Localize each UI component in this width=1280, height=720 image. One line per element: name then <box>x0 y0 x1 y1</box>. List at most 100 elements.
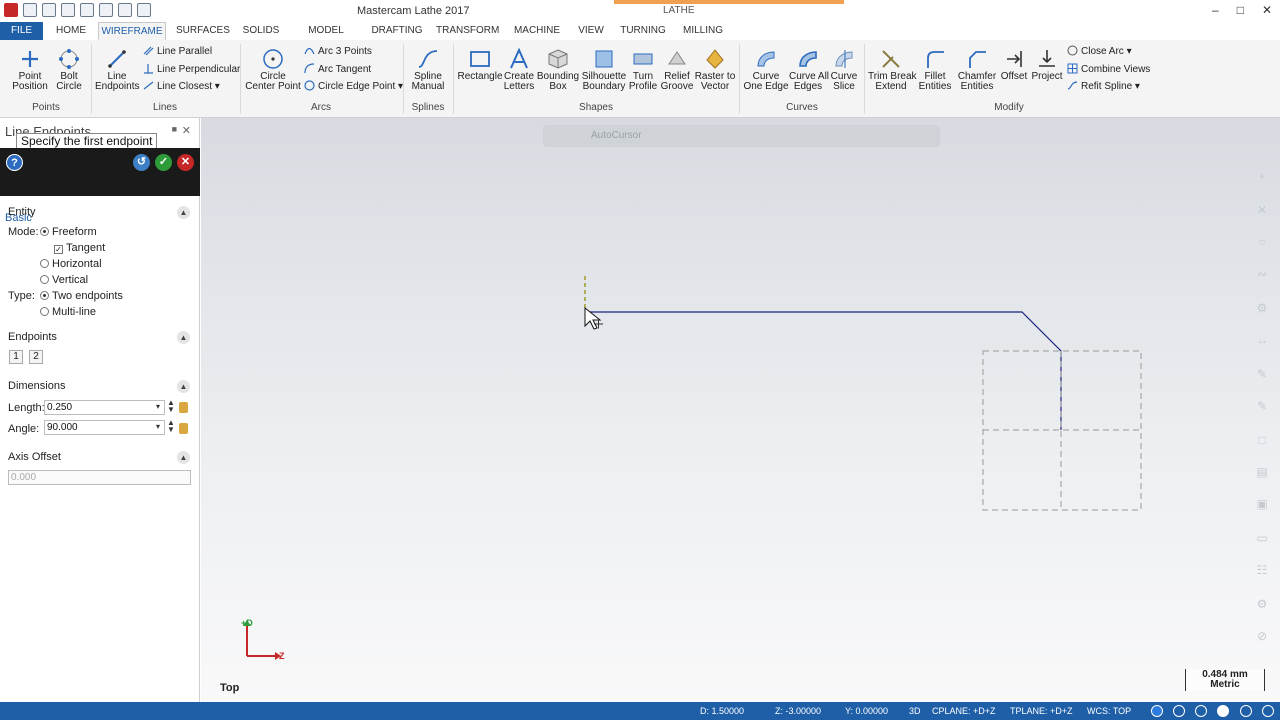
display-mode-icon[interactable] <box>1262 705 1274 717</box>
tab-drafting[interactable]: DRAFTING <box>370 22 424 40</box>
curve-one-edge-button[interactable]: Curve One Edge <box>743 48 789 92</box>
trim-break-extend-button[interactable]: Trim Break Extend <box>868 48 917 92</box>
length-field[interactable]: 0.250 <box>44 400 165 415</box>
spinner-icon[interactable]: ▲ ▼ <box>167 419 175 434</box>
point-position-button[interactable]: Point Position <box>8 48 52 92</box>
dropdown-arrow-icon[interactable]: ▾ <box>156 402 160 411</box>
project-button[interactable]: Project <box>1031 48 1063 82</box>
cancel-icon[interactable]: ✕ <box>177 154 194 171</box>
freeform-radio[interactable]: Freeform <box>40 226 97 238</box>
open-icon[interactable] <box>61 3 75 17</box>
drawing-canvas[interactable]: +D Z <box>201 118 1280 702</box>
axis-offset-section-header[interactable]: Axis Offset ▲ <box>0 448 198 468</box>
tab-model-prep[interactable]: MODEL PREP <box>294 22 358 54</box>
sphere-icon[interactable] <box>1217 705 1229 717</box>
radio-selected-icon <box>40 227 49 236</box>
entity-section-header[interactable]: Entity ▲ <box>0 203 198 223</box>
status-wcs[interactable]: WCS: TOP <box>1087 706 1131 716</box>
bolt-circle-button[interactable]: Bolt Circle <box>54 48 84 92</box>
offset-button[interactable]: Offset <box>998 48 1030 82</box>
save-as-icon[interactable] <box>99 3 113 17</box>
translucent-icon[interactable] <box>1240 705 1252 717</box>
circle-edge-point-button[interactable]: Circle Edge Point ▾ <box>304 80 403 94</box>
vertical-radio[interactable]: Vertical <box>40 274 88 286</box>
lock-icon[interactable] <box>179 423 188 434</box>
two-endpoints-radio[interactable]: Two endpoints <box>40 290 123 302</box>
angle-field[interactable]: 90.000 <box>44 420 165 435</box>
redo-icon[interactable] <box>137 3 151 17</box>
tangent-checkbox[interactable]: ✓ Tangent <box>54 242 105 254</box>
new-file-icon[interactable] <box>23 3 37 17</box>
dimensions-section-header[interactable]: Dimensions ▲ <box>0 377 198 397</box>
spline-manual-button[interactable]: Spline Manual <box>407 48 449 92</box>
ok-and-create-new-icon[interactable]: ↺ <box>133 154 150 171</box>
arc-3-points-button[interactable]: Arc 3 Points <box>304 45 372 59</box>
curve-slice-button[interactable]: Curve Slice <box>828 48 860 92</box>
arc-tangent-button[interactable]: Arc Tangent <box>304 63 371 77</box>
save-icon[interactable] <box>42 3 56 17</box>
dropdown-arrow-icon[interactable]: ▾ <box>156 422 160 431</box>
close-button[interactable]: ✕ <box>1262 3 1272 17</box>
panel-close-icon[interactable]: ✕ <box>182 124 191 137</box>
tab-transform[interactable]: TRANSFORM <box>436 22 499 40</box>
tab-solids[interactable]: SOLIDS <box>240 22 282 40</box>
tab-milling[interactable]: MILLING <box>680 22 726 40</box>
globe-icon[interactable] <box>1151 705 1163 717</box>
minimize-button[interactable]: – <box>1212 3 1219 17</box>
line-endpoints-button[interactable]: Line Endpoints <box>95 48 139 92</box>
help-icon[interactable]: ? <box>6 154 23 171</box>
status-tplane[interactable]: TPLANE: +D+Z <box>1010 706 1073 716</box>
status-3d[interactable]: 3D <box>909 706 921 716</box>
collapse-chevron-icon[interactable]: ▲ <box>177 331 190 344</box>
status-cplane[interactable]: CPLANE: +D+Z <box>932 706 996 716</box>
collapse-chevron-icon[interactable]: ▲ <box>177 451 190 464</box>
fillet-icon <box>927 51 944 68</box>
collapse-chevron-icon[interactable]: ▲ <box>177 380 190 393</box>
wireframe-globe-icon[interactable] <box>1173 705 1185 717</box>
refit-spline-button[interactable]: Refit Spline ▾ <box>1067 80 1140 94</box>
endpoint-2-button[interactable]: 2 <box>29 350 43 364</box>
silhouette-boundary-button[interactable]: Silhouette Boundary <box>581 48 627 92</box>
tab-turning[interactable]: TURNING <box>619 22 667 40</box>
line-closest-button[interactable]: Line Closest ▾ <box>143 80 220 94</box>
graphics-viewport[interactable]: AutoCursor + ✕ ○ ∾ ⚙ ↔ ✎ ✎ □ ▤ ▣ ▭ ☷ ⚙ ⊘… <box>201 118 1280 702</box>
multi-line-radio[interactable]: Multi-line <box>40 306 96 318</box>
undo-icon[interactable] <box>118 3 132 17</box>
tab-wireframe[interactable]: WIREFRAME <box>98 22 166 40</box>
status-z[interactable]: Z: -3.00000 <box>775 706 821 716</box>
pin-icon[interactable]: ■ <box>172 124 177 134</box>
endpoint-1-button[interactable]: 1 <box>9 350 23 364</box>
tab-file[interactable]: FILE <box>0 22 43 40</box>
tab-machine[interactable]: MACHINE <box>511 22 563 40</box>
relief-groove-button[interactable]: Relief Groove <box>660 48 694 92</box>
status-y[interactable]: Y: 0.00000 <box>845 706 888 716</box>
maximize-button[interactable]: □ <box>1237 3 1244 17</box>
create-letters-button[interactable]: Create Letters <box>503 48 535 92</box>
status-d[interactable]: D: 1.50000 <box>700 706 744 716</box>
close-arc-button[interactable]: Close Arc ▾ <box>1067 45 1132 59</box>
tab-view[interactable]: VIEW <box>575 22 607 40</box>
shaded-globe-icon[interactable] <box>1195 705 1207 717</box>
lock-icon[interactable] <box>179 402 188 413</box>
ok-icon[interactable]: ✓ <box>155 154 172 171</box>
mastercam-logo-icon <box>4 3 18 17</box>
tab-surfaces[interactable]: SURFACES <box>176 22 230 40</box>
fillet-entities-button[interactable]: Fillet Entities <box>915 48 955 92</box>
tab-home[interactable]: HOME <box>53 22 89 40</box>
endpoints-section-header[interactable]: Endpoints ▲ <box>0 328 198 348</box>
spinner-icon[interactable]: ▲ ▼ <box>167 399 175 414</box>
line-parallel-button[interactable]: Line Parallel <box>143 45 212 59</box>
raster-to-vector-button[interactable]: Raster to Vector <box>694 48 736 92</box>
collapse-chevron-icon[interactable]: ▲ <box>177 206 190 219</box>
bounding-box-button[interactable]: Bounding Box <box>536 48 580 92</box>
horizontal-radio[interactable]: Horizontal <box>40 258 102 270</box>
curve-all-edges-button[interactable]: Curve All Edges <box>789 48 829 92</box>
axis-offset-field[interactable]: 0.000 <box>8 470 191 485</box>
line-perpendicular-button[interactable]: Line Perpendicular <box>143 63 240 77</box>
rectangle-button[interactable]: Rectangle <box>457 48 503 82</box>
turn-profile-button[interactable]: Turn Profile <box>627 48 659 92</box>
circle-center-point-button[interactable]: Circle Center Point <box>245 48 301 92</box>
print-icon[interactable] <box>80 3 94 17</box>
combine-views-button[interactable]: Combine Views <box>1067 63 1150 77</box>
chamfer-entities-button[interactable]: Chamfer Entities <box>957 48 997 92</box>
